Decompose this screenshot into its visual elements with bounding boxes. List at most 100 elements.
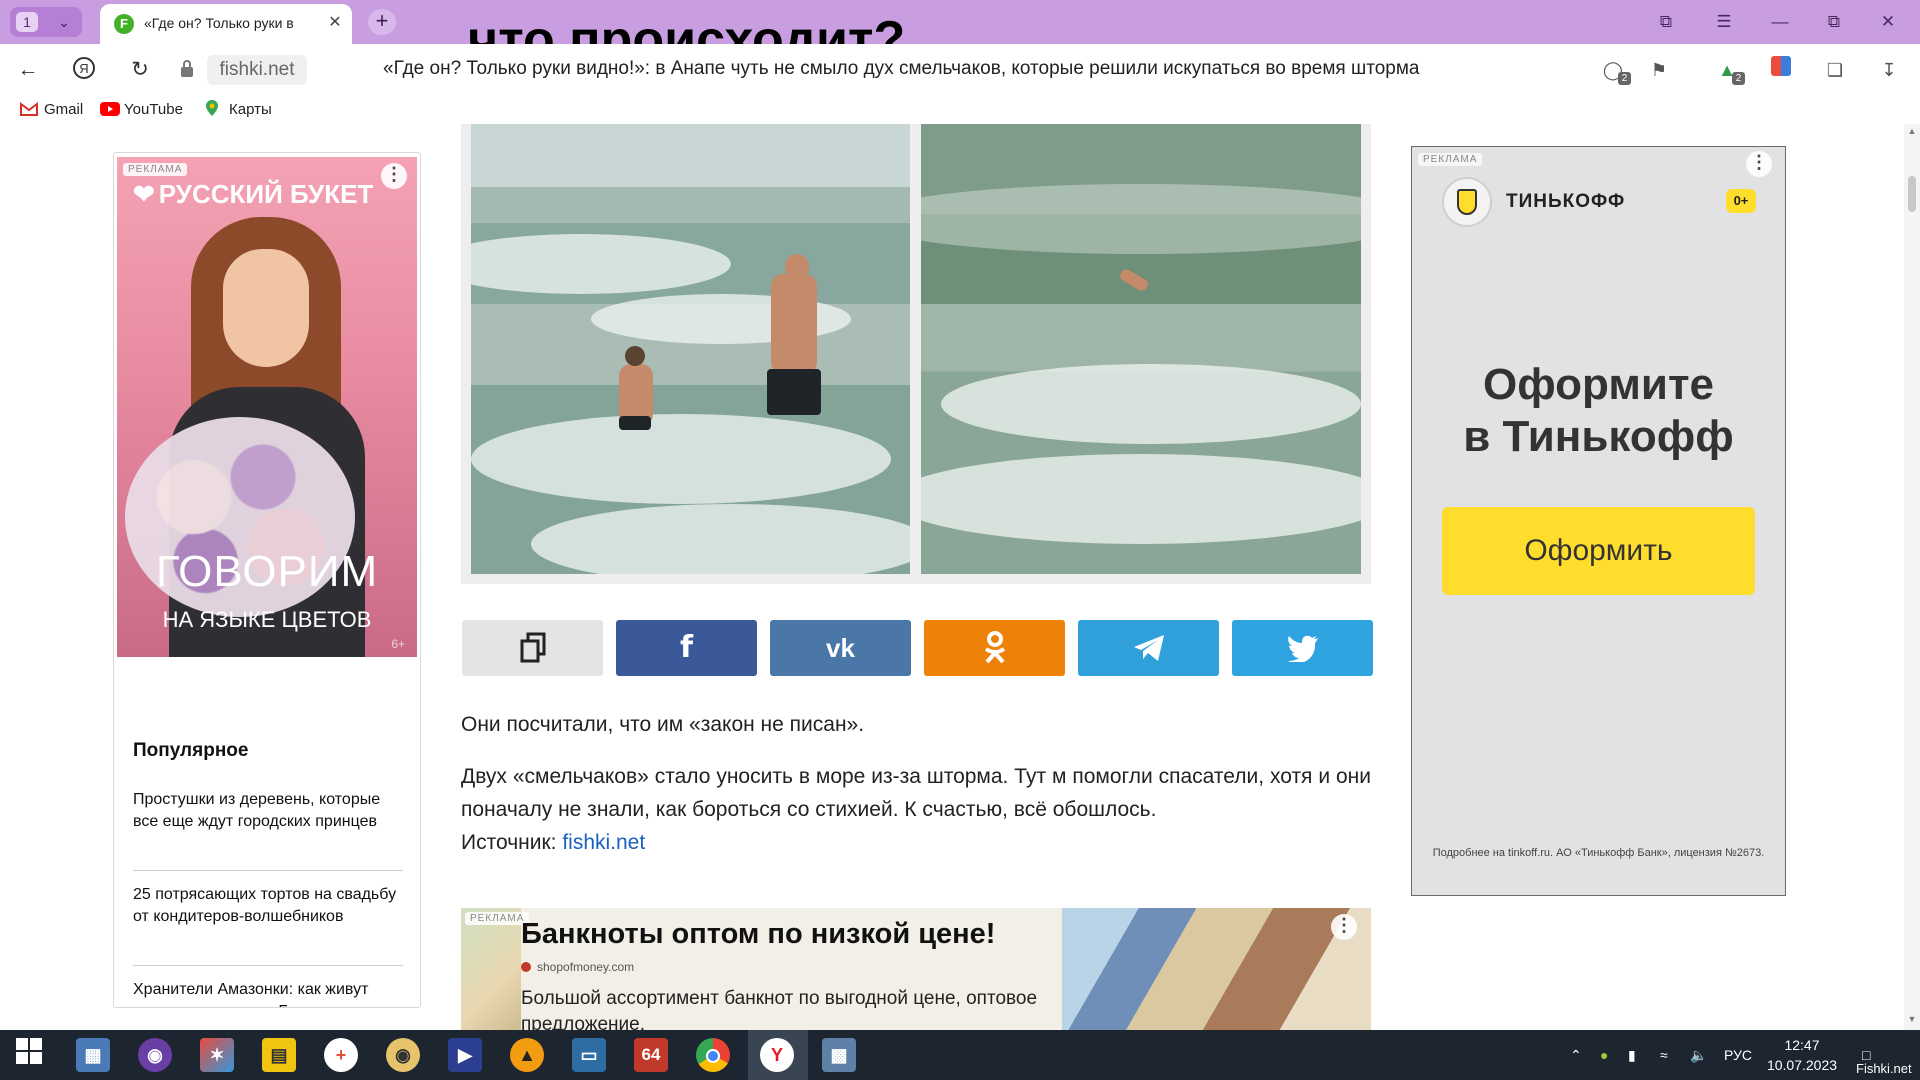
banknote-image-strip [461, 908, 521, 1030]
popular-item[interactable]: Простушки из деревень, которые все еще ж… [133, 789, 403, 833]
page-scrollbar[interactable]: ▲ ▼ [1904, 124, 1920, 1030]
watermark: Fishki.net [1856, 1061, 1912, 1076]
ad-legal-text: Подробнее на tinkoff.ru. АО «Тинькофф Ба… [1432, 847, 1765, 859]
restore-icon[interactable]: ⧉ [1814, 8, 1854, 36]
ad-description: Большой ассортимент банкнот по выгодной … [521, 988, 1038, 1030]
wifi-icon[interactable]: ≈ [1660, 1030, 1668, 1080]
facebook-icon: f [679, 630, 694, 665]
bookmarks-bar: Gmail YouTube Карты [0, 96, 1920, 124]
back-arrow-icon[interactable]: ← [12, 56, 44, 84]
windows-start-icon[interactable] [12, 1038, 46, 1072]
shield-extension-icon[interactable]: ▲ 2 [1712, 56, 1745, 85]
article-source: Источник: fishki.net [461, 826, 1371, 859]
64-app-icon[interactable]: 64 [634, 1038, 668, 1072]
ad-menu-icon[interactable]: ⋮ [1746, 151, 1772, 177]
ad-label: РЕКЛАМА [123, 163, 188, 176]
bookmark-gmail[interactable]: Gmail [20, 100, 83, 120]
tray-app-icon[interactable]: ● [1600, 1030, 1608, 1080]
odnoklassniki-share-button[interactable] [924, 620, 1065, 676]
ad-menu-icon[interactable]: ⋮ [1331, 914, 1357, 940]
globe-icon[interactable]: ◉ [138, 1038, 172, 1072]
svg-text:Я: Я [79, 61, 88, 76]
tab-counter-button[interactable]: 1 ⌄ [10, 7, 82, 37]
page-title-in-address[interactable]: «Где он? Только руки видно!»: в Анапе чу… [383, 58, 1419, 80]
triangle-app-icon[interactable]: ▲ [510, 1038, 544, 1072]
twitter-share-button[interactable] [1232, 620, 1373, 676]
system-clock[interactable]: 12:47 10.07.2023 [1754, 1035, 1850, 1075]
vk-share-button[interactable]: vk [770, 620, 911, 676]
extension-icon[interactable] [1766, 56, 1796, 84]
tab-groups-icon[interactable]: ⧉ [1646, 8, 1686, 36]
photo-beach-right [921, 124, 1361, 574]
odnoklassniki-icon [984, 631, 1005, 664]
ad-cta-line1: ГОВОРИМ [155, 547, 379, 596]
reload-icon[interactable]: ↻ [124, 56, 156, 84]
eye-app-icon[interactable]: ◉ [386, 1038, 420, 1072]
russkiy-buket-ad[interactable]: РЕКЛАМА ⋮ ❤ РУССКИЙ БУКЕТ ГОВОРИМ НА ЯЗЫК… [117, 157, 417, 657]
tray-chevron-icon[interactable]: ⌃ [1570, 1030, 1582, 1080]
medical-cross-icon[interactable]: + [324, 1038, 358, 1072]
video-icon[interactable]: ▶ [448, 1038, 482, 1072]
ad-title[interactable]: Банкноты оптом по низкой цене! [521, 918, 995, 951]
popular-item[interactable]: 25 потрясающих тортов на свадьбу от конд… [133, 884, 403, 928]
site-favicon-icon [521, 962, 531, 972]
tab-count: 1 [16, 12, 38, 32]
article-photo-collage[interactable] [461, 124, 1371, 584]
clock-date: 10.07.2023 [1766, 1057, 1838, 1073]
telegram-icon [1133, 635, 1164, 661]
ad-domain: shopofmoney.com [521, 960, 634, 974]
tinkoff-ad[interactable]: РЕКЛАМА ⋮ ТИНЬКОФФ 0+ Оформите в Тинькоф… [1411, 146, 1786, 896]
close-tab-icon[interactable]: ✕ [324, 11, 346, 35]
active-tab[interactable]: F «Где он? Только руки в ✕ [100, 4, 352, 44]
favicon-icon: F [114, 14, 134, 34]
telegram-share-button[interactable] [1078, 620, 1219, 676]
heart-icon: ❤ [133, 179, 155, 209]
battery-icon[interactable]: ▮ [1628, 1030, 1636, 1080]
copy-link-button[interactable] [462, 620, 603, 676]
chrome-icon[interactable] [696, 1038, 730, 1072]
menu-icon[interactable]: ☰ [1704, 8, 1744, 36]
bookmark-youtube[interactable]: YouTube [100, 100, 183, 120]
ad-menu-icon[interactable]: ⋮ [381, 163, 407, 189]
ad-label: РЕКЛАМА [465, 912, 530, 925]
apply-button[interactable]: Оформить [1442, 507, 1755, 595]
yandex-logo-icon[interactable]: Я [68, 56, 100, 84]
bookmark-icon[interactable]: ⚑ [1644, 56, 1674, 84]
copy-icon [520, 632, 545, 663]
youtube-icon [100, 102, 120, 116]
lock-icon[interactable] [180, 60, 194, 78]
chevron-down-icon: ⌄ [58, 14, 70, 30]
popular-item[interactable]: Хранители Амазонки: как живут коренные п… [133, 979, 403, 1007]
yandex-browser-icon[interactable]: Y [760, 1038, 794, 1072]
maps-pin-icon [205, 100, 223, 116]
url-domain[interactable]: fishki.net [207, 55, 307, 85]
taskbar: ▦ ◉ ✶ ▤ + ◉ ▶ ▲ ▭ 64 Y ▩ ⌃ ● ▮ ≈ 🔈 РУС 1… [0, 1030, 1920, 1080]
age-rating: 6+ [391, 637, 405, 651]
file-manager-icon[interactable]: ▦ [76, 1038, 110, 1072]
notepad-icon[interactable]: ▤ [262, 1038, 296, 1072]
tinkoff-logo-icon [1442, 177, 1492, 227]
photo-beach-left [471, 124, 910, 574]
facebook-share-button[interactable]: f [616, 620, 757, 676]
twitter-icon [1287, 635, 1318, 664]
new-tab-button[interactable]: + [368, 9, 396, 35]
source-link[interactable]: fishki.net [562, 831, 645, 854]
banknotes-ad[interactable]: РЕКЛАМА Банкноты оптом по низкой цене! s… [461, 908, 1371, 1030]
bookmark-maps[interactable]: Карты [205, 100, 272, 120]
monitor-app-icon[interactable]: ▭ [572, 1038, 606, 1072]
input-language[interactable]: РУС [1724, 1030, 1752, 1080]
left-sidebar: РЕКЛАМА ⋮ ❤ РУССКИЙ БУКЕТ ГОВОРИМ НА ЯЗЫК… [113, 152, 421, 1008]
close-window-icon[interactable]: ✕ [1868, 8, 1908, 36]
popular-heading: Популярное [133, 740, 249, 761]
volume-icon[interactable]: 🔈 [1690, 1030, 1707, 1080]
scroll-up-icon[interactable]: ▲ [1904, 126, 1920, 136]
scroll-down-icon[interactable]: ▼ [1904, 1014, 1920, 1024]
divider [133, 965, 403, 966]
download-icon[interactable]: ↧ [1874, 56, 1904, 84]
scrollbar-thumb[interactable] [1908, 176, 1916, 212]
colorful-app-icon[interactable]: ✶ [200, 1038, 234, 1072]
collections-icon[interactable]: ❏ [1820, 56, 1850, 84]
remote-desktop-icon[interactable]: ▩ [822, 1038, 856, 1072]
minimize-icon[interactable]: — [1760, 8, 1800, 36]
protect-icon[interactable]: ◯ 2 [1598, 56, 1631, 85]
